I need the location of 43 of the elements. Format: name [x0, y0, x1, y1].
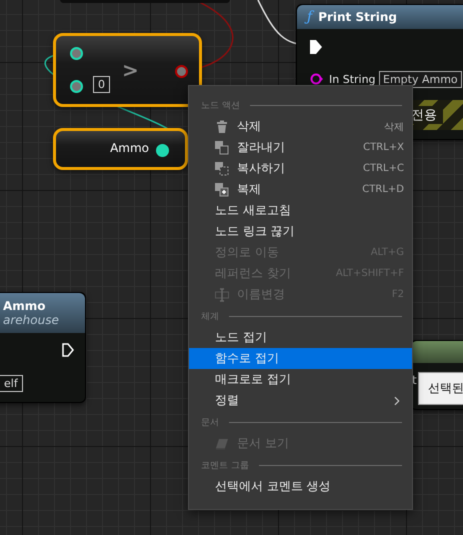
section-header: 노드 액션 — [201, 100, 240, 112]
compare-node[interactable]: 0 > — [53, 33, 202, 107]
function-node[interactable]: Ammo arehouse elf — [0, 292, 86, 403]
menu-item[interactable]: 함수로 접기 — [189, 348, 412, 369]
node-subtitle: arehouse — [3, 313, 60, 327]
function-icon: ƒ — [307, 9, 312, 25]
section-header: 문서 — [201, 416, 219, 428]
menu-item[interactable]: 잘라내기 CTRL+X — [189, 137, 412, 158]
node-title: Print String — [318, 10, 398, 24]
menu-item[interactable]: 노드 링크 끊기 — [189, 221, 412, 242]
pin-label: t — [412, 373, 417, 387]
squares-icon — [215, 140, 229, 154]
menu-item[interactable]: 선택에서 코멘트 생성 — [189, 476, 412, 497]
variable-label: Ammo — [110, 141, 149, 155]
menu-item[interactable]: 정렬 — [189, 390, 412, 411]
input-pin[interactable] — [70, 80, 83, 93]
variable-node[interactable]: Ammo — [53, 128, 188, 170]
section-header: 코멘트 그룹 — [201, 460, 249, 472]
pin-label: In String — [329, 73, 376, 86]
note-label: 전용 — [411, 106, 443, 124]
menu-item[interactable]: 매크로로 접기 — [189, 369, 412, 390]
node-title: Ammo — [3, 299, 47, 313]
menu-item[interactable]: 노드 새로고침 — [189, 200, 412, 221]
menu-item[interactable]: 복사하기 CTRL+C — [189, 158, 412, 179]
input-pin[interactable] — [70, 47, 83, 60]
string-pin[interactable] — [310, 73, 323, 85]
exec-pin[interactable] — [62, 343, 74, 357]
operator-label: > — [122, 58, 139, 82]
menu-item[interactable]: 복제 CTRL+D — [189, 179, 412, 200]
text-cursor-icon — [215, 288, 229, 302]
output-pin[interactable] — [175, 65, 188, 78]
exec-pin[interactable] — [310, 40, 322, 54]
tooltip: 선택된 — [418, 372, 463, 405]
duplicate-icon — [215, 182, 229, 196]
section-header: 체계 — [201, 310, 219, 322]
copy-icon — [215, 162, 229, 176]
menu-item[interactable]: 노드 접기 — [189, 327, 412, 348]
value-field[interactable]: 0 — [93, 76, 110, 93]
string-field[interactable]: Empty Ammo — [379, 71, 462, 88]
target-field[interactable]: elf — [0, 375, 23, 392]
eraser-icon — [215, 436, 229, 450]
trash-icon — [215, 120, 229, 134]
output-pin[interactable] — [156, 144, 169, 157]
